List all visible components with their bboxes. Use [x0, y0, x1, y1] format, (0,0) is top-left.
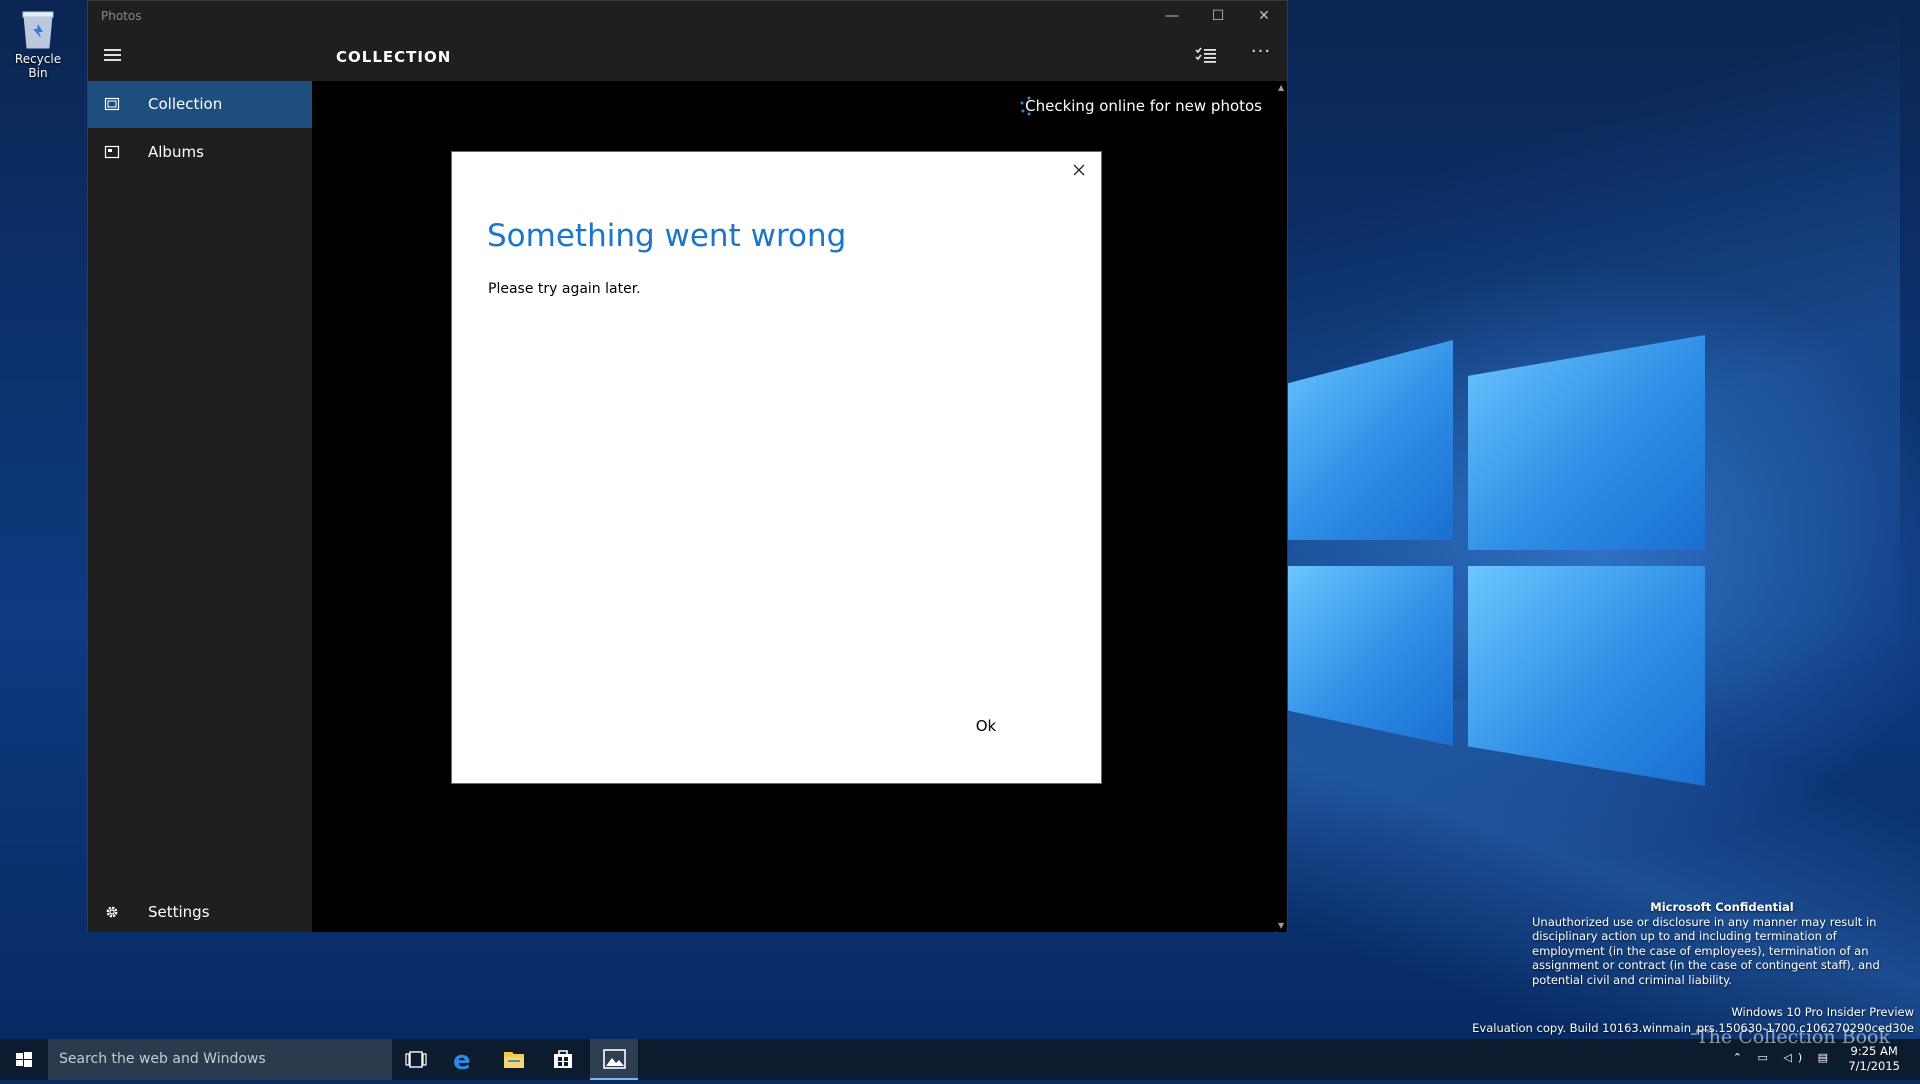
- app-bar: COLLECTION ···: [88, 32, 1287, 81]
- watermark-body: Unauthorized use or disclosure in any ma…: [1532, 914, 1880, 987]
- nav-item-label: Settings: [148, 903, 210, 921]
- dialog-close-button[interactable]: [1069, 160, 1089, 180]
- nav-item-settings[interactable]: Settings: [88, 889, 312, 936]
- site-watermark: The Collection Book: [1696, 1026, 1890, 1048]
- store-button[interactable]: [539, 1039, 587, 1080]
- store-icon: [554, 1050, 572, 1068]
- ok-button[interactable]: Ok: [936, 710, 1036, 742]
- scroll-down-arrow-icon[interactable]: ▼: [1278, 921, 1284, 930]
- status-text: Checking online for new photos: [1025, 97, 1262, 115]
- recycle-bin-shortcut[interactable]: Recycle Bin: [4, 6, 72, 80]
- maximize-button[interactable]: ☐: [1195, 1, 1241, 32]
- dialog-title: Something went wrong: [487, 218, 847, 254]
- svg-text:e: e: [453, 1046, 471, 1076]
- close-icon: [1073, 164, 1085, 176]
- nav-item-albums[interactable]: Albums: [88, 129, 312, 176]
- hamburger-icon: [104, 59, 121, 61]
- recycle-bin-label: Recycle Bin: [14, 52, 62, 80]
- windows-logo-wallpaper: [1285, 335, 1705, 790]
- vertical-scrollbar[interactable]: ▲ ▼: [1277, 81, 1287, 932]
- windows-start-icon: [16, 1052, 32, 1067]
- photos-window: Photos — ☐ ✕ COLLECTION ··· Collection A…: [87, 0, 1288, 932]
- dialog-message: Please try again later.: [488, 281, 641, 297]
- sync-status: Checking online for new photos: [982, 95, 1262, 117]
- photos-taskbar-button[interactable]: [590, 1039, 638, 1080]
- select-button[interactable]: [1193, 44, 1219, 68]
- collection-icon: [104, 97, 120, 111]
- close-window-button[interactable]: ✕: [1241, 1, 1287, 32]
- hamburger-icon: [104, 49, 121, 51]
- more-options-button[interactable]: ···: [1247, 40, 1275, 68]
- clock-date: 7/1/2015: [1848, 1059, 1900, 1073]
- confidential-watermark: Microsoft Confidential Unauthorized use …: [1532, 900, 1912, 988]
- albums-icon: [104, 145, 120, 159]
- edge-icon: e: [453, 1046, 471, 1076]
- scroll-up-arrow-icon[interactable]: ▲: [1278, 83, 1284, 92]
- search-box[interactable]: Search the web and Windows: [48, 1039, 392, 1080]
- edge-button[interactable]: e: [440, 1039, 488, 1080]
- logo-pane: [1468, 335, 1705, 550]
- clock[interactable]: 9:25 AM 7/1/2015: [1848, 1044, 1900, 1074]
- minimize-button[interactable]: —: [1149, 1, 1195, 32]
- search-placeholder: Search the web and Windows: [59, 1051, 266, 1067]
- nav-item-label: Collection: [148, 95, 223, 113]
- file-explorer-icon: [504, 1052, 524, 1068]
- task-view-icon: [405, 1051, 427, 1068]
- edition-text: Windows 10 Pro Insider Preview: [1731, 1005, 1914, 1019]
- photos-icon: [603, 1049, 626, 1069]
- gear-icon: [106, 906, 118, 918]
- tray-icons[interactable]: ⌃ ▭ ◁) ▤: [1733, 1051, 1834, 1064]
- nav-item-label: Albums: [148, 143, 204, 161]
- error-dialog: Something went wrong Please try again la…: [451, 151, 1102, 784]
- page-title: COLLECTION: [336, 48, 452, 66]
- logo-pane: [1285, 340, 1453, 540]
- logo-pane: [1285, 566, 1453, 746]
- recycle-bin-icon: [22, 11, 54, 49]
- navigation-pane: Collection Albums Settings: [88, 81, 312, 932]
- select-list-icon: [1195, 47, 1216, 63]
- watermark-title: Microsoft Confidential: [1650, 900, 1794, 914]
- start-button[interactable]: [0, 1039, 48, 1080]
- task-view-button[interactable]: [392, 1039, 440, 1080]
- file-explorer-button[interactable]: [490, 1039, 538, 1080]
- window-titlebar[interactable]: Photos — ☐ ✕: [88, 1, 1287, 32]
- nav-item-collection[interactable]: Collection: [88, 81, 312, 128]
- window-title: Photos: [101, 9, 142, 23]
- hamburger-icon: [104, 54, 121, 56]
- taskbar: Search the web and Windows e ⌃ ▭ ◁) ▤ 9:…: [0, 1039, 1920, 1080]
- logo-pane: [1468, 566, 1705, 786]
- hamburger-menu-button[interactable]: [88, 32, 136, 81]
